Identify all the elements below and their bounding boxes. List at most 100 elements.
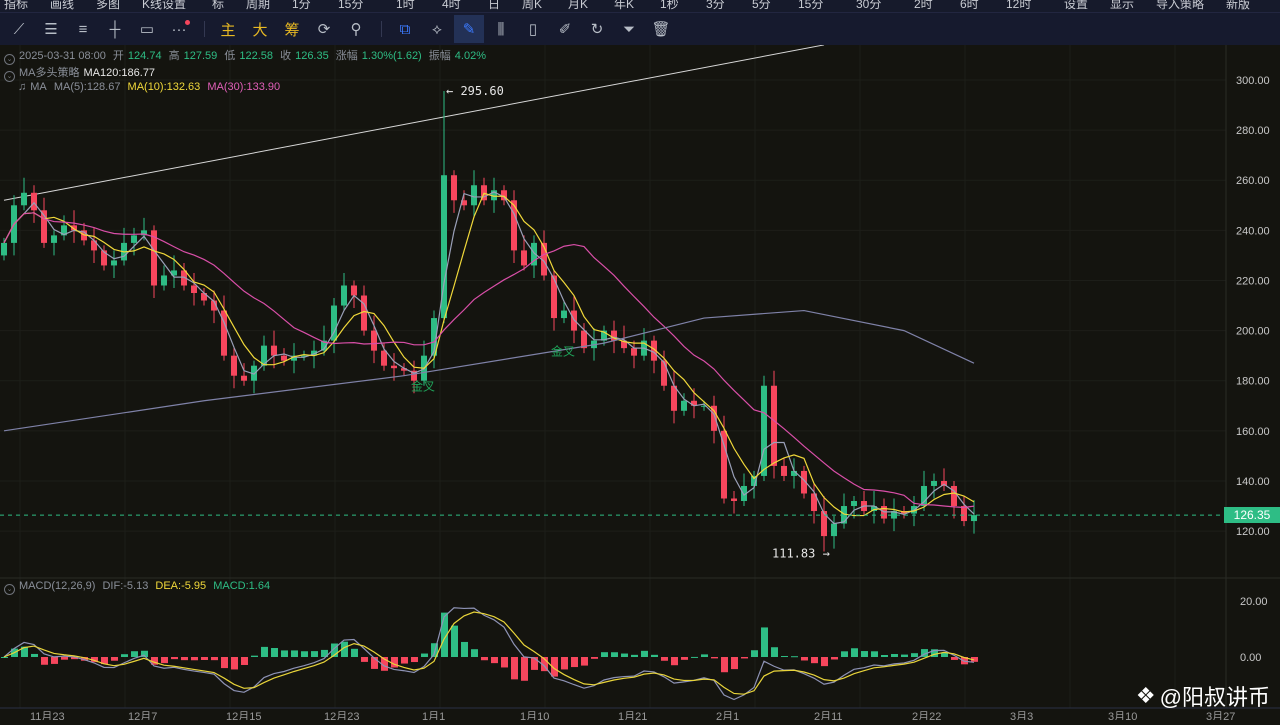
close-value: 126.35 (295, 50, 329, 62)
candle-body (21, 192, 27, 206)
top-menu-item[interactable]: 周期 (246, 0, 270, 12)
x-tick: 2月22 (912, 711, 941, 720)
ma30-value: MA(30):133.90 (207, 81, 281, 93)
macd-histogram-bar (451, 625, 458, 657)
large-order-button[interactable]: 大 (245, 15, 275, 43)
chip-distribution-button[interactable]: 筹 (277, 15, 307, 43)
open-label: 开 (112, 50, 124, 62)
macd-histogram-bar (521, 657, 528, 681)
macd-histogram-bar (491, 657, 498, 664)
top-menu-item[interactable]: 月K (568, 0, 588, 12)
candle-body (51, 235, 57, 243)
bell-icon[interactable]: ♫ (18, 81, 26, 93)
macd-histogram-bar (291, 650, 298, 657)
top-menu-item[interactable]: 5分 (752, 0, 771, 12)
top-menu-item[interactable]: 新版 (1226, 0, 1250, 12)
fib-lines-icon[interactable]: ≡ (68, 15, 98, 43)
macd-histogram-bar (571, 657, 578, 668)
line-tool-icon[interactable]: ⟋ (4, 15, 34, 43)
chart-area[interactable]: 300.00 280.00 260.00 240.00 220.00 200.00 180.… (0, 44, 1280, 723)
top-menu-item[interactable]: 标 (212, 0, 224, 12)
parallel-lines-icon[interactable]: ☰ (36, 15, 66, 43)
amplitude-label: 振幅 (428, 50, 451, 62)
top-menu-item[interactable]: 15分 (798, 0, 823, 12)
candles-icon[interactable]: ⫼ (486, 15, 516, 43)
main-indicator-button[interactable]: 主 (213, 15, 243, 43)
macd-histogram-bar (851, 648, 858, 657)
price-tick: 300.00 (1236, 75, 1270, 87)
note-icon[interactable]: ✐ (550, 15, 580, 43)
candle-body (681, 400, 687, 411)
candle-body (271, 345, 277, 356)
top-menu-item[interactable]: 画线 (50, 0, 74, 12)
horizontal-line-icon[interactable]: ┼ (100, 15, 130, 43)
x-tick: 11月23 (30, 711, 65, 720)
x-tick: 12月7 (128, 711, 157, 720)
top-menu-item[interactable]: 1秒 (660, 0, 679, 12)
top-menu-item[interactable]: 3分 (706, 0, 725, 12)
top-menu-item[interactable]: 2时 (914, 0, 933, 12)
top-menu-item[interactable]: 年K (614, 0, 634, 12)
x-tick: 12月23 (324, 711, 359, 720)
top-menu-item[interactable]: 4时 (442, 0, 461, 12)
dif-line (3, 607, 975, 701)
macd-histogram-bar (221, 657, 228, 669)
trash-icon[interactable]: 🗑 (646, 15, 676, 43)
macd-histogram-bar (171, 657, 178, 660)
macd-histogram-bar (591, 657, 598, 659)
bookmark-icon[interactable]: ⧉ (390, 15, 420, 43)
magnet-snap-icon[interactable]: ↻ (582, 15, 612, 43)
macd-histogram-bar (831, 657, 838, 660)
candle-body (731, 498, 737, 502)
filter-icon[interactable]: ⏷ (614, 15, 644, 43)
top-menu-item[interactable]: 6时 (960, 0, 979, 12)
macd-histogram-bar (601, 652, 608, 657)
x-tick: 1月21 (618, 711, 647, 720)
change-value: 1.30%(1.62) (361, 50, 422, 62)
candle-body (361, 295, 367, 331)
collapse-icon[interactable]: ⌄ (4, 71, 15, 82)
open-value: 124.74 (127, 50, 162, 62)
macd-histogram-bar (561, 657, 568, 670)
top-menu-item[interactable]: K线设置 (142, 0, 186, 12)
rectangle-icon[interactable]: ▭ (132, 15, 162, 43)
top-menu-item[interactable]: 12时 (1006, 0, 1031, 12)
candle-body (111, 260, 117, 266)
top-menu-item[interactable]: 日 (488, 0, 500, 12)
more-tools-icon[interactable]: ··· (164, 15, 194, 43)
top-menu-item[interactable]: 15分 (338, 0, 363, 12)
top-menu-item[interactable]: 多图 (96, 0, 120, 12)
macd-histogram-bar (871, 651, 878, 657)
macd-label[interactable]: MACD(12,26,9) (19, 580, 95, 592)
collapse-icon[interactable]: ⌄ (4, 584, 15, 595)
ma5-value: MA(5):128.67 (53, 81, 121, 93)
ma120-line (3, 309, 975, 432)
top-menu-item[interactable]: 1分 (292, 0, 311, 12)
strategy-name[interactable]: MA多头策略 (19, 67, 80, 79)
price-chart-svg[interactable]: 300.00 280.00 260.00 240.00 220.00 200.00 180.… (0, 44, 1280, 723)
magnet-icon[interactable]: ⚲ (341, 15, 371, 43)
top-menu-item[interactable]: 显示 (1110, 0, 1134, 12)
top-menu-item[interactable]: 指标 (4, 0, 28, 12)
macd-histogram-bar (401, 657, 408, 664)
macd-histogram-bar (801, 657, 808, 661)
price-tick: 180.00 (1236, 376, 1270, 388)
sync-icon[interactable]: ⟳ (309, 15, 339, 43)
ruler-icon[interactable]: ⟡ (422, 15, 452, 43)
brush-icon[interactable]: ✎ (454, 15, 484, 43)
macd-histogram-bar (741, 657, 748, 659)
top-menu-item[interactable]: 1时 (396, 0, 415, 12)
top-menu-item[interactable]: 周K (522, 0, 542, 12)
top-menu-item[interactable]: 设置 (1064, 0, 1088, 12)
macd-histogram-bar (191, 657, 198, 661)
top-menu-item[interactable]: 导入策略 (1156, 0, 1204, 12)
macd-histogram-bar (131, 651, 138, 657)
single-candle-icon[interactable]: ▯ (518, 15, 548, 43)
candle-body (31, 192, 37, 211)
top-menu-item[interactable]: 30分 (856, 0, 881, 12)
candle-body (561, 310, 567, 319)
macd-histogram-bar (811, 657, 818, 664)
x-tick: 3月3 (1010, 711, 1033, 720)
ma-label[interactable]: MA (30, 81, 47, 93)
macd-histogram-bar (711, 657, 718, 659)
